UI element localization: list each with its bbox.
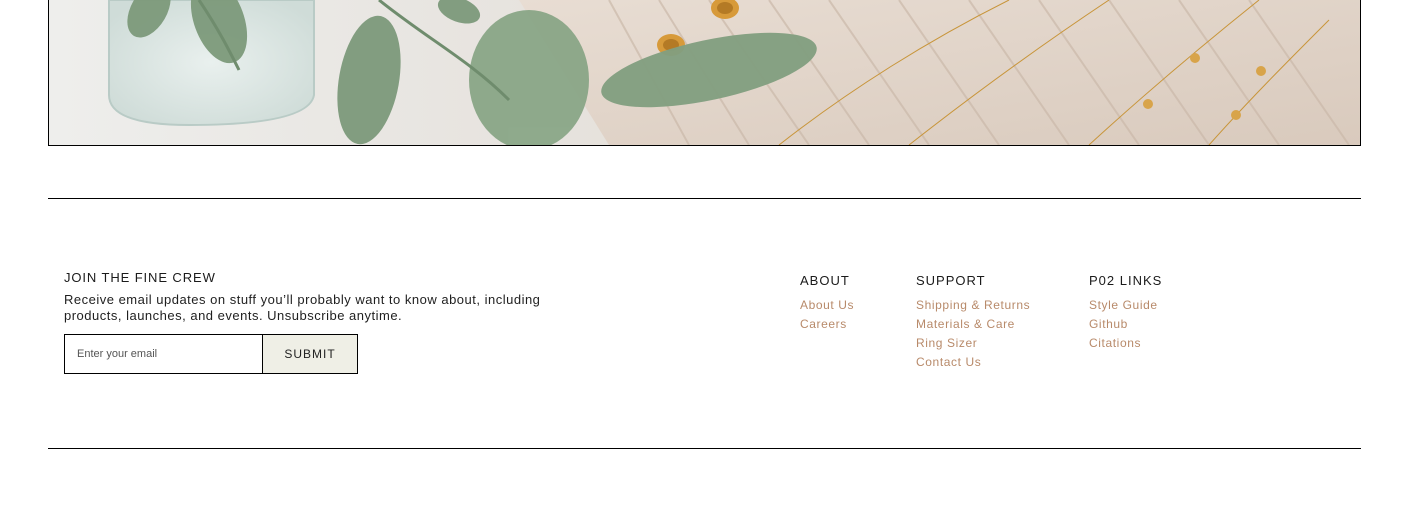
footer-column-support: SUPPORT Shipping & Returns Materials & C… xyxy=(916,273,1030,371)
footer-link-github[interactable]: Github xyxy=(1089,317,1128,331)
submit-button[interactable]: SUBMIT xyxy=(263,335,357,373)
footer-link-about-us[interactable]: About Us xyxy=(800,298,854,312)
footer-heading-about: ABOUT xyxy=(800,273,850,288)
footer-link-materials-care[interactable]: Materials & Care xyxy=(916,317,1015,331)
footer-links-p02: Style Guide Github Citations xyxy=(1089,295,1162,352)
divider-bottom xyxy=(48,448,1361,449)
footer-heading-support: SUPPORT xyxy=(916,273,986,288)
footer-link-shipping-returns[interactable]: Shipping & Returns xyxy=(916,298,1030,312)
footer-heading-p02-links: P02 LINKS xyxy=(1089,273,1163,288)
newsletter-title: JOIN THE FINE CREW xyxy=(64,270,216,285)
footer-links-about: About Us Careers xyxy=(800,295,854,333)
jewelry-photo xyxy=(49,0,1360,145)
footer-column-p02-links: P02 LINKS Style Guide Github Citations xyxy=(1089,273,1162,352)
page: JOIN THE FINE CREW Receive email updates… xyxy=(0,0,1415,505)
email-input[interactable] xyxy=(65,335,263,373)
signup-form: SUBMIT xyxy=(64,334,358,374)
hero-image xyxy=(48,0,1361,146)
footer-column-about: ABOUT About Us Careers xyxy=(800,273,854,333)
newsletter-section: JOIN THE FINE CREW Receive email updates… xyxy=(64,270,584,374)
footer-link-ring-sizer[interactable]: Ring Sizer xyxy=(916,336,977,350)
footer-link-style-guide[interactable]: Style Guide xyxy=(1089,298,1158,312)
footer-link-contact-us[interactable]: Contact Us xyxy=(916,355,981,369)
footer-link-careers[interactable]: Careers xyxy=(800,317,847,331)
footer-link-citations[interactable]: Citations xyxy=(1089,336,1141,350)
footer-links-support: Shipping & Returns Materials & Care Ring… xyxy=(916,295,1030,371)
newsletter-description: Receive email updates on stuff you’ll pr… xyxy=(64,292,541,323)
divider-top xyxy=(48,198,1361,199)
